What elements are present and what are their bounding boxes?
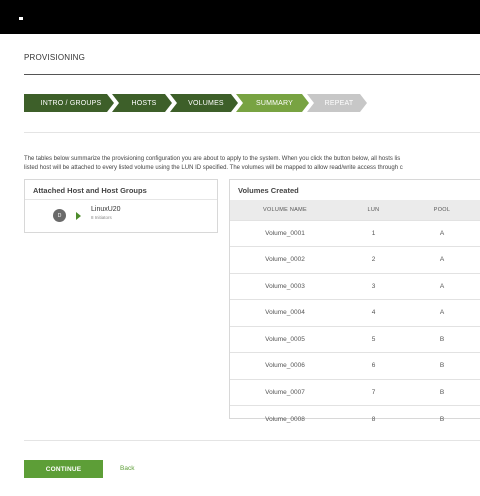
topbar-mark [19,17,23,20]
lun-cell: 3 [340,272,407,300]
table-row: Volume_0005 5 B [230,325,480,353]
hosts-panel-title: Attached Host and Host Groups [25,180,217,200]
host-name: LinuxU20 [91,206,121,213]
volume-name-cell: Volume_0002 [230,246,340,273]
description-line: listed host will be attached to every li… [24,165,403,171]
table-row: Volume_0003 3 A [230,272,480,300]
lun-cell: 5 [340,325,407,353]
column-header-volume-name: VOLUME NAME [230,200,340,220]
wizard-step-hosts[interactable]: HOSTS [112,94,172,112]
host-icon: D [53,209,66,222]
lun-cell: 8 [340,405,407,432]
wizard-step-summary[interactable]: SUMMARY [236,94,309,112]
pool-cell: B [407,378,477,406]
pool-cell: A [407,272,477,300]
table-row: Volume_0008 8 B [230,405,480,432]
continue-button[interactable]: CONTINUE [24,460,103,478]
lun-cell: 7 [340,378,407,406]
volume-name-cell: Volume_0006 [230,352,340,379]
lun-cell: 1 [340,219,407,247]
table-row: Volume_0007 7 B [230,378,480,406]
top-bar [0,0,480,34]
lun-cell: 4 [340,299,407,326]
wizard-steps: INTRO / GROUPS HOSTS VOLUMES SUMMARY REP… [24,94,384,112]
pool-cell: A [407,219,477,247]
volume-name-cell: Volume_0003 [230,272,340,300]
lun-cell: 6 [340,352,407,379]
section-divider [24,132,480,133]
table-row: Volume_0002 2 A [230,246,480,273]
volumes-table: VOLUME NAME LUN POOL Volume_0001 1 A Vol… [230,200,480,432]
volume-name-cell: Volume_0008 [230,405,340,432]
description-line: The tables below summarize the provision… [24,156,401,162]
table-row: Volume_0004 4 A [230,299,480,326]
volumes-panel-title: Volumes Created [238,186,299,195]
volume-name-cell: Volume_0005 [230,325,340,353]
pool-cell: A [407,299,477,326]
table-row: Volume_0006 6 B [230,352,480,379]
title-divider [24,74,480,75]
back-link[interactable]: Back [120,465,134,472]
pool-cell: A [407,246,477,273]
lun-cell: 2 [340,246,407,273]
expand-arrow-icon[interactable] [76,212,81,220]
wizard-step-repeat[interactable]: REPEAT [307,94,367,112]
column-header-pool: POOL [407,200,477,220]
volume-name-cell: Volume_0001 [230,219,340,247]
table-row: Volume_0001 1 A [230,219,480,247]
table-header-row: VOLUME NAME LUN POOL [230,200,480,220]
pool-cell: B [407,352,477,379]
host-initiators: 8 Initiators [91,215,112,220]
volumes-created-panel: Volumes Created VOLUME NAME LUN POOL Vol… [229,179,480,432]
wizard-step-volumes[interactable]: VOLUMES [170,94,238,112]
volume-name-cell: Volume_0004 [230,299,340,326]
wizard-step-intro-groups[interactable]: INTRO / GROUPS [24,94,114,112]
page-title: PROVISIONING [24,53,86,62]
column-header-lun: LUN [340,200,407,220]
footer-divider [24,440,480,441]
host-row[interactable]: D LinuxU20 8 Initiators [25,200,217,232]
attached-hosts-panel: Attached Host and Host Groups D LinuxU20… [24,179,218,233]
volume-name-cell: Volume_0007 [230,378,340,406]
pool-cell: B [407,325,477,353]
pool-cell: B [407,405,477,432]
summary-description: The tables below summarize the provision… [24,155,480,173]
